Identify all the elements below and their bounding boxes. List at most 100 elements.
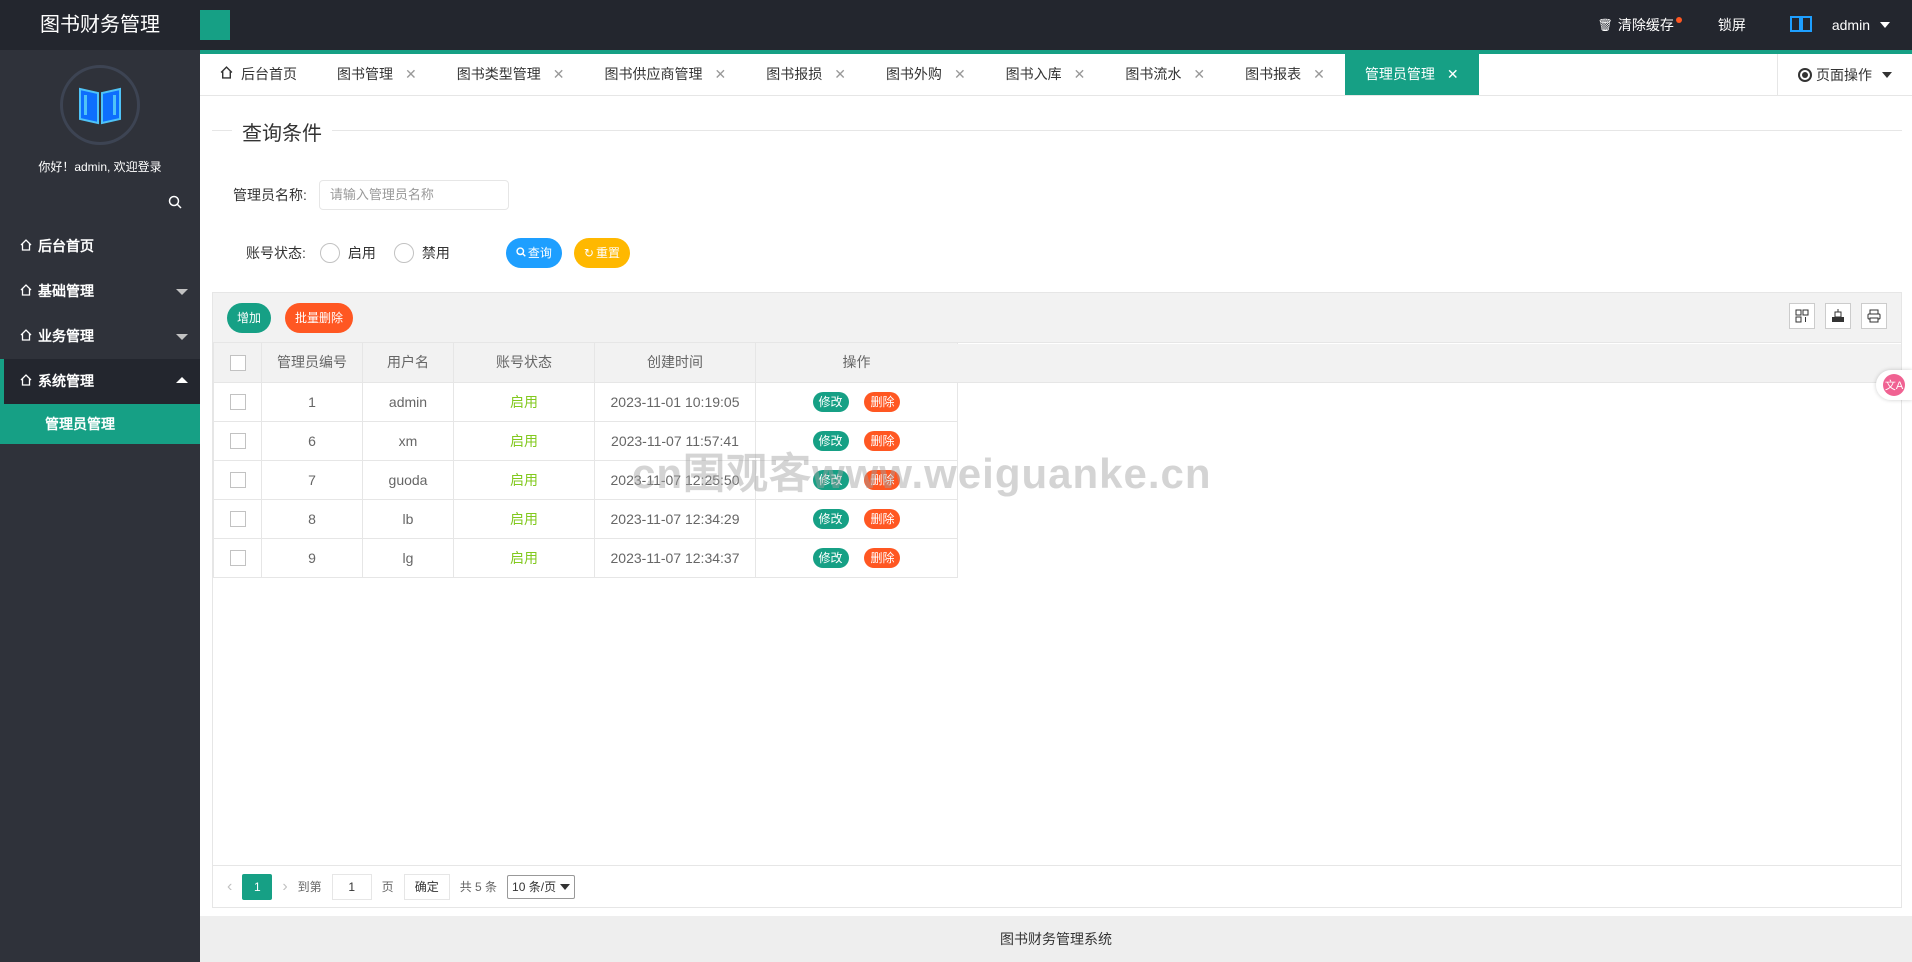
sidebar-item-label: 基础管理	[38, 283, 94, 299]
tab-stock-in[interactable]: 图书入库 ✕	[986, 54, 1106, 95]
lock-screen-button[interactable]: 锁屏	[1696, 0, 1768, 50]
top-header: 图书财务管理 🗑 清除缓存 锁屏 admin	[0, 0, 1912, 50]
tab-book[interactable]: 图书管理 ✕	[317, 54, 437, 95]
select-all-cell[interactable]	[213, 343, 262, 383]
search-icon[interactable]	[168, 195, 182, 212]
sidebar-item-basic[interactable]: 基础管理	[0, 269, 200, 314]
close-icon[interactable]: ✕	[1447, 54, 1459, 95]
sidebar-item-home[interactable]: 后台首页	[0, 224, 200, 269]
sidebar-item-business[interactable]: 业务管理	[0, 314, 200, 359]
book-icon	[1789, 15, 1812, 36]
status-filter-label: 账号状态:	[246, 245, 306, 261]
chevron-down-icon	[176, 334, 188, 340]
delete-button[interactable]: 删除	[864, 508, 901, 529]
edit-button[interactable]: 修改	[812, 391, 849, 412]
cell-id: 1	[261, 381, 363, 422]
checkbox[interactable]	[229, 354, 246, 371]
checkbox[interactable]	[229, 550, 246, 567]
sidebar-subitem-admin[interactable]: 管理员管理	[0, 404, 200, 444]
search-button[interactable]: 查询	[505, 238, 562, 268]
tab-label: 后台首页	[241, 66, 297, 82]
chevron-left-icon[interactable]: ‹	[227, 878, 232, 896]
delete-button[interactable]: 删除	[864, 547, 901, 568]
radio-circle-icon	[393, 243, 414, 263]
batch-delete-button[interactable]: 批量删除	[285, 303, 354, 333]
row-select-cell[interactable]	[213, 459, 262, 500]
delete-button[interactable]: 删除	[864, 391, 901, 412]
tab-report[interactable]: 图书报表 ✕	[1225, 54, 1345, 95]
pagination: ‹ 1 › 到第 1 页 确定 共 5 条 10 条/页	[213, 865, 1901, 907]
tab-book-type[interactable]: 图书类型管理 ✕	[437, 54, 585, 95]
table-header-filler	[957, 344, 1901, 383]
book-logo-icon	[79, 87, 121, 125]
cell-username: admin	[362, 381, 454, 422]
cell-id: 7	[261, 459, 363, 500]
add-button[interactable]: 增加	[227, 303, 272, 333]
tab-supplier[interactable]: 图书供应商管理 ✕	[584, 54, 746, 95]
reset-button[interactable]: ↻ 重置	[573, 238, 630, 268]
close-icon[interactable]: ✕	[1193, 54, 1205, 95]
tab-label: 图书报表	[1245, 66, 1302, 82]
status-filter-row: 账号状态: 启用 禁用 查询 ↻ 重置	[246, 238, 630, 268]
row-select-cell[interactable]	[213, 498, 262, 539]
radio-circle-icon	[319, 243, 340, 263]
checkbox[interactable]	[229, 433, 246, 450]
home-icon	[20, 314, 32, 359]
close-icon[interactable]: ✕	[1313, 54, 1325, 95]
goto-confirm-button[interactable]: 确定	[403, 873, 450, 900]
checkbox[interactable]	[229, 511, 246, 528]
table-row: 9 lg 启用 2023-11-07 12:34:37 修改 删除	[213, 537, 958, 578]
translate-icon: 文A	[1883, 374, 1905, 396]
sidebar-item-label: 后台首页	[38, 238, 94, 254]
checkbox[interactable]	[229, 394, 246, 411]
columns-filter-icon[interactable]	[1789, 303, 1815, 329]
sidebar-item-system[interactable]: 系统管理	[0, 359, 200, 404]
tab-flow[interactable]: 图书流水 ✕	[1105, 54, 1225, 95]
home-icon	[20, 224, 32, 269]
page-size-value: 10 条/页	[512, 880, 557, 894]
sidebar-toggle-button[interactable]	[200, 10, 230, 40]
goto-page-input[interactable]: 1	[331, 873, 372, 900]
status-enable-radio[interactable]: 启用	[319, 243, 376, 263]
close-icon[interactable]: ✕	[405, 54, 417, 95]
close-icon[interactable]: ✕	[954, 54, 966, 95]
total-count: 共 5 条	[459, 880, 498, 894]
tab-damage[interactable]: 图书报损 ✕	[746, 54, 866, 95]
cell-created: 2023-11-07 12:34:29	[594, 498, 756, 539]
page-operations-menu[interactable]: 页面操作	[1777, 54, 1912, 95]
user-menu[interactable]: admin	[1768, 0, 1912, 50]
close-icon[interactable]: ✕	[1074, 54, 1086, 95]
row-select-cell[interactable]	[213, 420, 262, 461]
column-header: 用户名	[362, 343, 454, 383]
cell-actions: 修改 删除	[755, 537, 958, 578]
row-select-cell[interactable]	[213, 381, 262, 422]
page-size-select[interactable]: 10 条/页	[507, 874, 576, 899]
cell-username: lg	[362, 537, 454, 578]
close-icon[interactable]: ✕	[834, 54, 846, 95]
search-icon	[516, 238, 526, 268]
tab-purchase[interactable]: 图书外购 ✕	[866, 54, 986, 95]
name-filter-row: 管理员名称: 请输入管理员名称	[233, 180, 509, 210]
translate-button[interactable]: 文A	[1876, 370, 1912, 400]
edit-button[interactable]: 修改	[812, 508, 849, 529]
sidebar-item-label: 业务管理	[38, 328, 94, 344]
chevron-down-icon	[1882, 71, 1892, 78]
checkbox[interactable]	[229, 472, 246, 489]
row-select-cell[interactable]	[213, 537, 262, 578]
close-icon[interactable]: ✕	[553, 54, 565, 95]
cell-username: xm	[362, 420, 454, 461]
status-disable-radio[interactable]: 禁用	[393, 243, 450, 263]
edit-button[interactable]: 修改	[812, 547, 849, 568]
tab-home[interactable]: 后台首页	[200, 54, 317, 95]
page-current[interactable]: 1	[242, 873, 273, 900]
clear-cache-button[interactable]: 🗑 清除缓存	[1576, 0, 1696, 50]
print-icon[interactable]	[1861, 303, 1887, 329]
export-icon[interactable]	[1825, 303, 1851, 329]
tab-admin[interactable]: 管理员管理 ✕	[1344, 54, 1479, 95]
admin-name-input[interactable]: 请输入管理员名称	[318, 180, 509, 210]
user-name: admin	[1831, 17, 1870, 33]
tab-label: 图书管理	[337, 66, 393, 82]
search-button-label: 查询	[527, 246, 552, 260]
close-icon[interactable]: ✕	[714, 54, 726, 95]
chevron-right-icon[interactable]: ›	[282, 878, 287, 896]
